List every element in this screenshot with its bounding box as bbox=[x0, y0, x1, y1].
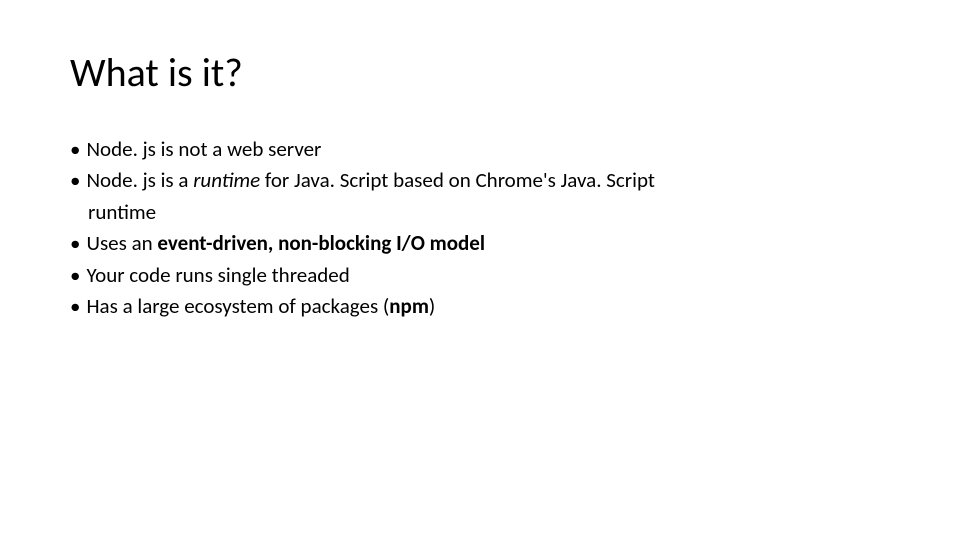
bullet-marker-icon: • bbox=[70, 229, 80, 258]
bullet-list: • Node. js is not a web server • Node. j… bbox=[70, 135, 890, 321]
bold-text: event-driven, non-blocking I/O model bbox=[157, 230, 485, 256]
bullet-item-continuation: runtime bbox=[70, 198, 890, 227]
bullet-item: • Has a large ecosystem of packages (npm… bbox=[70, 292, 890, 321]
bullet-text: Your code runs single threaded bbox=[86, 261, 890, 290]
text-fragment: Has a large ecosystem of packages ( bbox=[86, 293, 389, 319]
text-fragment: ) bbox=[429, 293, 435, 319]
bullet-text: Uses an event-driven, non-blocking I/O m… bbox=[86, 229, 890, 258]
bullet-text: Node. js is not a web server bbox=[86, 135, 890, 164]
text-fragment: for Java. Script based on Chrome's Java.… bbox=[260, 167, 655, 193]
bullet-text: Has a large ecosystem of packages (npm) bbox=[86, 292, 890, 321]
bullet-item: • Your code runs single threaded bbox=[70, 261, 890, 290]
bullet-item: • Node. js is a runtime for Java. Script… bbox=[70, 166, 890, 195]
bullet-marker-icon: • bbox=[70, 292, 80, 321]
bullet-text: runtime bbox=[70, 198, 890, 227]
bold-text: npm bbox=[389, 293, 429, 319]
bullet-marker-icon: • bbox=[70, 135, 80, 164]
text-fragment: Node. js is a bbox=[86, 167, 193, 193]
italic-text: runtime bbox=[193, 167, 260, 193]
bullet-item: • Node. js is not a web server bbox=[70, 135, 890, 164]
bullet-marker-icon: • bbox=[70, 261, 80, 290]
text-fragment: Uses an bbox=[86, 230, 157, 256]
slide-title: What is it? bbox=[70, 48, 890, 97]
bullet-item: • Uses an event-driven, non-blocking I/O… bbox=[70, 229, 890, 258]
bullet-marker-icon: • bbox=[70, 166, 80, 195]
bullet-text: Node. js is a runtime for Java. Script b… bbox=[86, 166, 890, 195]
